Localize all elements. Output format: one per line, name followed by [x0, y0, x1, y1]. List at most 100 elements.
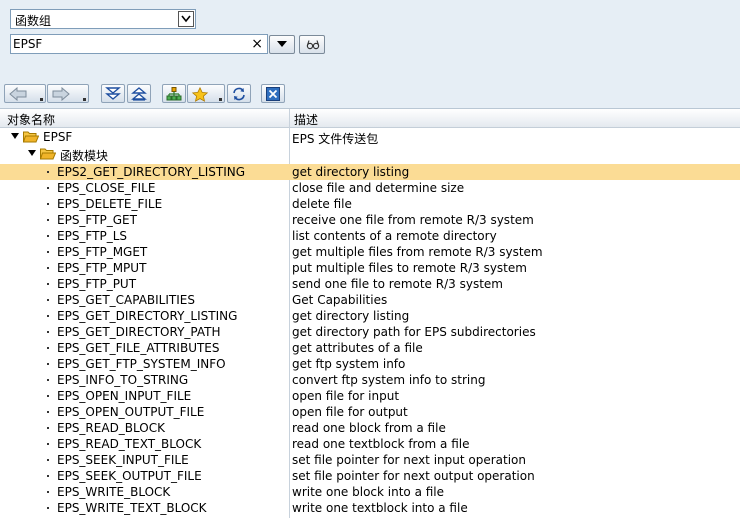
- bullet-icon: [47, 475, 49, 477]
- close-icon: [266, 87, 280, 101]
- function-row[interactable]: EPS_SEEK_OUTPUT_FILE set file pointer for…: [0, 468, 740, 484]
- function-description: get directory listing: [292, 309, 410, 323]
- bullet-icon: [47, 331, 49, 333]
- bullet-icon: [47, 251, 49, 253]
- function-name: EPS_SEEK_OUTPUT_FILE: [57, 469, 202, 483]
- function-description: delete file: [292, 197, 352, 211]
- bullet-icon: [47, 395, 49, 397]
- function-row[interactable]: EPS2_GET_DIRECTORY_LISTING get directory …: [0, 164, 740, 180]
- tree-header: 对象名称 描述: [0, 109, 740, 128]
- function-row[interactable]: EPS_WRITE_TEXT_BLOCK write one textblock …: [0, 500, 740, 516]
- function-row[interactable]: EPS_INFO_TO_STRING convert ftp system inf…: [0, 372, 740, 388]
- function-description: close file and determine size: [292, 181, 465, 195]
- function-row[interactable]: EPS_SEEK_INPUT_FILE set file pointer for …: [0, 452, 740, 468]
- expanded-triangle-icon[interactable]: [28, 150, 36, 157]
- function-row[interactable]: EPS_FTP_LS list contents of a remote dire…: [0, 228, 740, 244]
- function-description: get directory listing: [292, 165, 410, 179]
- function-row[interactable]: EPS_FTP_MPUT put multiple files to remote…: [0, 260, 740, 276]
- tree-node-function-modules-label: 函数模块: [60, 149, 109, 163]
- bullet-icon: [47, 427, 49, 429]
- function-row[interactable]: EPS_READ_BLOCK read one block from a file: [0, 420, 740, 436]
- display-dropdown-button[interactable]: [269, 35, 295, 54]
- collapse-all-icon: [131, 87, 147, 101]
- arrow-right-icon: [52, 87, 70, 101]
- function-description: write one block into a file: [292, 485, 445, 499]
- bullet-icon: [47, 299, 49, 301]
- tree-node-function-modules[interactable]: 函数模块: [0, 146, 740, 163]
- expanded-triangle-icon[interactable]: [11, 133, 19, 140]
- function-name: EPS_OPEN_OUTPUT_FILE: [57, 405, 205, 419]
- tree-node-root-desc: EPS 文件传送包: [292, 132, 379, 146]
- function-row[interactable]: EPS_GET_CAPABILITIES Get Capabilities: [0, 292, 740, 308]
- object-type-select[interactable]: 函数组: [10, 9, 196, 29]
- object-name-input[interactable]: [13, 36, 243, 52]
- function-row[interactable]: EPS_GET_FILE_ATTRIBUTES get attributes of…: [0, 340, 740, 356]
- function-name: EPS_READ_TEXT_BLOCK: [57, 437, 202, 451]
- function-description: read one textblock from a file: [292, 437, 470, 451]
- bullet-icon: [47, 315, 49, 317]
- function-name: EPS_SEEK_INPUT_FILE: [57, 453, 189, 467]
- bullet-icon: [47, 187, 49, 189]
- function-name: EPS_INFO_TO_STRING: [57, 373, 189, 387]
- function-row[interactable]: EPS_GET_DIRECTORY_PATH get directory path…: [0, 324, 740, 340]
- chevron-down-icon[interactable]: [178, 11, 194, 27]
- bullet-icon: [47, 459, 49, 461]
- column-header-name[interactable]: 对象名称: [7, 111, 55, 128]
- open-folder-icon: [40, 148, 56, 160]
- close-browser-button[interactable]: [261, 84, 285, 103]
- forward-button[interactable]: [47, 84, 89, 103]
- function-row[interactable]: EPS_OPEN_INPUT_FILE open file for input: [0, 388, 740, 404]
- bullet-icon: [47, 235, 49, 237]
- object-tree[interactable]: 对象名称 描述 EPSF EPS 文件传送包 函数模块 EPS2_GET_DIR…: [0, 108, 740, 518]
- bullet-icon: [47, 363, 49, 365]
- function-row[interactable]: EPS_GET_FTP_SYSTEM_INFO get ftp system in…: [0, 356, 740, 372]
- refresh-icon: [233, 87, 245, 101]
- column-header-description[interactable]: 描述: [294, 111, 318, 128]
- refresh-button[interactable]: [227, 84, 251, 103]
- function-row[interactable]: EPS_FTP_PUT send one file to remote R/3 s…: [0, 276, 740, 292]
- function-name: EPS2_GET_DIRECTORY_LISTING: [57, 165, 246, 179]
- function-row[interactable]: EPS_CLOSE_FILE close file and determine s…: [0, 180, 740, 196]
- function-row[interactable]: EPS_FTP_GET receive one file from remote …: [0, 212, 740, 228]
- bullet-icon: [47, 411, 49, 413]
- clear-icon[interactable]: ×: [251, 35, 263, 53]
- tree-node-root[interactable]: EPSF EPS 文件传送包: [0, 129, 740, 146]
- function-row[interactable]: EPS_DELETE_FILE delete file: [0, 196, 740, 212]
- function-row[interactable]: EPS_OPEN_OUTPUT_FILE open file for output: [0, 404, 740, 420]
- bullet-icon: [47, 491, 49, 493]
- function-row[interactable]: EPS_READ_TEXT_BLOCK read one textblock fr…: [0, 436, 740, 452]
- favorites-button[interactable]: [187, 84, 225, 103]
- function-row[interactable]: EPS_FTP_MGET get multiple files from remo…: [0, 244, 740, 260]
- display-glasses-button[interactable]: [299, 35, 325, 54]
- collapse-all-button[interactable]: [127, 84, 151, 103]
- function-name: EPS_GET_FILE_ATTRIBUTES: [57, 341, 220, 355]
- function-description: open file for input: [292, 389, 400, 403]
- open-folder-icon: [23, 131, 39, 143]
- star-icon: [191, 87, 209, 102]
- bullet-icon: [47, 283, 49, 285]
- function-description: set file pointer for next output operati…: [292, 469, 535, 483]
- function-description: get multiple files from remote R/3 syste…: [292, 245, 543, 259]
- expand-all-button[interactable]: [101, 84, 125, 103]
- bullet-icon: [47, 171, 49, 173]
- function-description: get ftp system info: [292, 357, 406, 371]
- function-row[interactable]: EPS_WRITE_BLOCK write one block into a fi…: [0, 484, 740, 500]
- function-name: EPS_WRITE_TEXT_BLOCK: [57, 501, 207, 515]
- bullet-icon: [47, 219, 49, 221]
- function-name: EPS_CLOSE_FILE: [57, 181, 156, 195]
- bullet-icon: [47, 267, 49, 269]
- bullet-icon: [47, 443, 49, 445]
- object-type-value: 函数组: [15, 14, 52, 28]
- function-description: get attributes of a file: [292, 341, 423, 355]
- function-description: put multiple files to remote R/3 system: [292, 261, 527, 275]
- function-description: write one textblock into a file: [292, 501, 468, 515]
- back-button[interactable]: [4, 84, 46, 103]
- expand-all-icon: [105, 87, 121, 100]
- function-row[interactable]: EPS_GET_DIRECTORY_LISTING get directory l…: [0, 308, 740, 324]
- hierarchy-button[interactable]: [162, 84, 186, 103]
- function-name: EPS_GET_DIRECTORY_LISTING: [57, 309, 238, 323]
- function-description: Get Capabilities: [292, 293, 388, 307]
- object-name-field[interactable]: ×: [10, 34, 268, 54]
- arrow-left-icon: [9, 87, 27, 101]
- function-name: EPS_GET_FTP_SYSTEM_INFO: [57, 357, 226, 371]
